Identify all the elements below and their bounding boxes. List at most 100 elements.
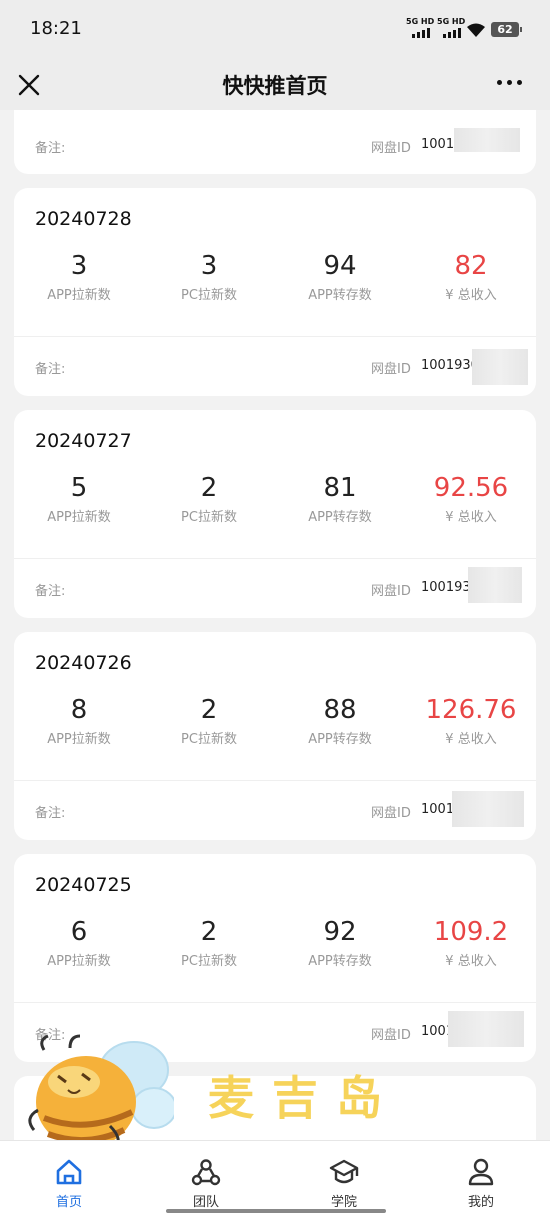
record-footer: 备注: 网盘ID 1001930: [14, 337, 536, 397]
stat-value: 92: [323, 917, 357, 947]
stat-label: PC拉新数: [181, 732, 237, 747]
stat-value: 6: [70, 917, 88, 947]
record-date: 20240726: [35, 652, 132, 674]
record-card: 20240728 3 APP拉新数 3 PC拉新数 94 APP转存数 82 ¥…: [14, 188, 536, 396]
remark-label: 备注:: [35, 1028, 66, 1043]
stat-value: 109.2: [433, 917, 509, 947]
stat-label: APP转存数: [308, 954, 372, 969]
stat-value: 5: [70, 473, 88, 503]
stat-label: PC拉新数: [181, 954, 237, 969]
stat-pc-new: 2 PC拉新数: [144, 916, 274, 969]
signal2-icon: [443, 28, 461, 38]
tab-label: 团队: [192, 1195, 219, 1210]
home-icon: [56, 1159, 82, 1185]
record-card: 20240727 5 APP拉新数 2 PC拉新数 81 APP转存数 92.5…: [14, 410, 536, 618]
stat-income: 126.76 ¥ 总收入: [406, 694, 536, 747]
more-icon[interactable]: [497, 80, 522, 85]
stat-income: 92.56 ¥ 总收入: [406, 472, 536, 525]
stat-label: APP转存数: [308, 288, 372, 303]
remark-label: 备注:: [35, 141, 66, 156]
stat-label: PC拉新数: [181, 510, 237, 525]
stat-income: 109.2 ¥ 总收入: [406, 916, 536, 969]
sim1-label: 5G HD: [406, 17, 435, 26]
profile-icon: [468, 1158, 494, 1186]
record-date: 20240728: [35, 208, 132, 230]
stat-app-new: 6 APP拉新数: [14, 916, 144, 969]
record-card: 20240725 6 APP拉新数 2 PC拉新数 92 APP转存数 109.…: [14, 854, 536, 1062]
record-card-partial: 备注: 网盘ID 10019: [14, 110, 536, 174]
pan-label: 网盘ID: [371, 1028, 411, 1043]
stat-value: 2: [200, 473, 218, 503]
stat-app-save: 92 APP转存数: [275, 916, 405, 969]
record-date: 20240725: [35, 874, 132, 896]
redaction-mask: [452, 791, 524, 827]
redaction-mask: [472, 349, 528, 385]
record-date: 2024072: [35, 1096, 120, 1118]
status-time: 18:21: [30, 18, 82, 39]
stat-value: 2: [200, 917, 218, 947]
team-icon: [191, 1159, 221, 1186]
stat-label: APP转存数: [308, 732, 372, 747]
pan-id-value: 100193: [421, 580, 471, 595]
stat-app-save: 94 APP转存数: [275, 250, 405, 303]
stat-label: APP拉新数: [47, 732, 111, 747]
stat-pc-new: 2 PC拉新数: [144, 694, 274, 747]
academy-icon: [329, 1159, 359, 1184]
stat-value: 126.76: [425, 695, 517, 725]
stat-app-new: 3 APP拉新数: [14, 250, 144, 303]
page-title: 快快推首页: [222, 74, 328, 98]
remark-label: 备注:: [35, 362, 66, 377]
wifi-icon: [467, 23, 485, 37]
record-footer: 备注: 网盘ID 1001: [14, 1003, 536, 1063]
pan-label: 网盘ID: [371, 806, 411, 821]
tab-bar: 首页 团队 学院 我的: [0, 1140, 550, 1216]
stat-label: ¥ 总收入: [445, 732, 497, 747]
stat-label: APP转存数: [308, 510, 372, 525]
tab-profile[interactable]: 我的: [436, 1157, 526, 1210]
stat-label: APP拉新数: [47, 288, 111, 303]
record-card: 20240726 8 APP拉新数 2 PC拉新数 88 APP转存数 126.…: [14, 632, 536, 840]
stat-value: 3: [70, 251, 88, 281]
stat-value: 92.56: [433, 473, 509, 503]
sim2-label: 5G HD: [437, 17, 466, 26]
remark-label: 备注:: [35, 584, 66, 599]
record-footer: 备注: 网盘ID 10019: [14, 781, 536, 841]
nav-bar: 快快推首页: [0, 60, 550, 110]
tab-home[interactable]: 首页: [24, 1157, 114, 1210]
battery-level: 62: [497, 23, 513, 36]
home-indicator[interactable]: [166, 1209, 386, 1213]
stat-value: 82: [454, 251, 488, 281]
stat-value: 2: [200, 695, 218, 725]
stat-pc-new: 3 PC拉新数: [144, 250, 274, 303]
tab-academy[interactable]: 学院: [299, 1157, 389, 1210]
pan-label: 网盘ID: [371, 584, 411, 599]
stat-app-save: 81 APP转存数: [275, 472, 405, 525]
stat-app-save: 88 APP转存数: [275, 694, 405, 747]
tab-label: 学院: [330, 1195, 357, 1210]
stat-income: 82 ¥ 总收入: [406, 250, 536, 303]
status-bar: 18:21 5G HD 5G HD 62: [0, 0, 550, 60]
battery-icon: 62: [491, 22, 522, 37]
stat-app-new: 5 APP拉新数: [14, 472, 144, 525]
stat-pc-new: 2 PC拉新数: [144, 472, 274, 525]
signal1-icon: [412, 28, 430, 38]
pan-label: 网盘ID: [371, 141, 411, 156]
redaction-mask: [468, 567, 522, 603]
stat-app-new: 8 APP拉新数: [14, 694, 144, 747]
record-date: 20240727: [35, 430, 132, 452]
stat-label: APP拉新数: [47, 510, 111, 525]
stat-label: PC拉新数: [181, 288, 237, 303]
pan-label: 网盘ID: [371, 362, 411, 377]
tab-label: 首页: [55, 1195, 82, 1210]
remark-label: 备注:: [35, 806, 66, 821]
stat-value: 3: [200, 251, 218, 281]
stat-value: 88: [323, 695, 357, 725]
record-list[interactable]: 备注: 网盘ID 10019 20240728 3 APP拉新数 3 PC拉新数…: [0, 110, 550, 1140]
stat-value: 8: [70, 695, 88, 725]
stat-label: ¥ 总收入: [445, 954, 497, 969]
tab-team[interactable]: 团队: [161, 1157, 251, 1210]
stat-label: ¥ 总收入: [445, 510, 497, 525]
stat-label: ¥ 总收入: [445, 288, 497, 303]
tab-label: 我的: [467, 1195, 494, 1210]
redaction-mask: [454, 128, 520, 152]
